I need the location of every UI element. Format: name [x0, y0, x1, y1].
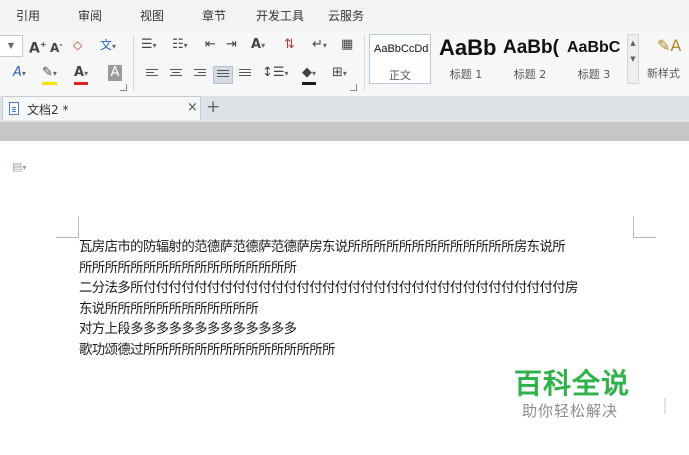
menu-references[interactable]: 引用	[16, 7, 40, 24]
menu-developer-tools[interactable]: 开发工具	[256, 7, 304, 24]
line-spacing-icon[interactable]: ↕☰▾	[262, 65, 289, 82]
document-body[interactable]: 瓦房店市的防辐射的范德萨范德萨范德萨房东说所所所所所所所所所所所所所房东说所 所…	[79, 238, 639, 361]
style-heading-1[interactable]: AaBb 标题 1	[435, 34, 497, 84]
paragraph-handle-icon[interactable]: ▤▾	[12, 160, 26, 173]
crop-mark	[633, 216, 634, 238]
style-name: 标题 2	[513, 68, 547, 81]
style-sample: AaBb(	[503, 37, 559, 58]
bullet-list-icon[interactable]: ☰▾	[141, 37, 157, 54]
style-heading-2[interactable]: AaBb( 标题 2	[499, 34, 561, 84]
pinyin-guide-icon[interactable]: 文▾	[100, 37, 116, 55]
decrease-indent-icon[interactable]: ⇤	[205, 37, 216, 53]
menu-cloud-service[interactable]: 云服务	[328, 7, 364, 24]
document-line: 二分法多所付付付付付付付付付付付付付付付付付付付付付付付付付付付付付付付付付房	[79, 281, 578, 296]
font-color-icon[interactable]: A▾	[74, 65, 89, 85]
chinese-layout-icon[interactable]: A▾	[251, 37, 265, 54]
crop-mark	[78, 216, 79, 238]
align-left-icon	[146, 69, 158, 79]
justify-icon	[217, 70, 229, 80]
distributed-icon	[239, 69, 251, 79]
watermark-subtitle: 助你轻松解决	[522, 402, 619, 420]
menu-section[interactable]: 章节	[202, 7, 226, 24]
document-line: 东说所所所所所所所所所所所所	[79, 301, 259, 317]
style-normal[interactable]: AaBbCcDd 正文	[369, 34, 431, 84]
character-shading-icon[interactable]: A	[108, 65, 122, 81]
justify-button[interactable]	[213, 66, 233, 84]
document-line: 对方上段多多多多多多多多多多多多多	[79, 322, 297, 337]
style-heading-3[interactable]: AaBbC 标题 3	[563, 34, 625, 84]
style-gallery: AaBbCcDd 正文 AaBb 标题 1 AaBb( 标题 2 AaBbC 标…	[369, 34, 627, 84]
crop-mark	[56, 237, 79, 238]
align-left-button[interactable]	[143, 66, 161, 82]
font-size-combo[interactable]: ▼	[0, 35, 23, 57]
document-tab[interactable]: 文档2 * ×	[2, 96, 201, 120]
menu-view[interactable]: 视图	[140, 7, 164, 24]
table-icon[interactable]: ▦	[341, 37, 353, 53]
borders-icon[interactable]: ⊞▾	[332, 65, 347, 82]
document-tab-label: 文档2 *	[27, 103, 69, 117]
style-sample: AaBbC	[567, 39, 621, 56]
distributed-button[interactable]	[236, 66, 254, 82]
document-line: 瓦房店市的防辐射的范德萨范德萨范德萨房东说所所所所所所所所所所所所所房东说所	[79, 240, 566, 255]
document-tab-bar: 文档2 * × +	[0, 96, 689, 123]
numbered-list-icon[interactable]: ☷▾	[172, 37, 188, 54]
align-right-button[interactable]	[191, 66, 209, 82]
paragraph-dialog-launcher-icon[interactable]	[350, 84, 357, 91]
new-style-button[interactable]: 新样式	[647, 65, 680, 81]
document-line: 歌功颂德过所所所所所所所所所所所所所所所	[79, 342, 335, 358]
grow-font-icon[interactable]: A+	[29, 37, 47, 57]
align-center-button[interactable]	[167, 66, 185, 82]
menu-bar: 引用 审阅 视图 章节 开发工具 云服务	[0, 0, 689, 32]
increase-indent-icon[interactable]: ⇥	[226, 37, 237, 53]
align-center-icon	[170, 69, 182, 79]
new-style-icon[interactable]: ✎A	[657, 36, 681, 55]
document-line: 所所所所所所所所所所所所所所所所所	[79, 260, 297, 276]
style-name: 正文	[389, 69, 411, 82]
watermark-logo-text: 百科全说	[514, 367, 631, 400]
close-icon[interactable]: ×	[187, 100, 198, 115]
separator	[364, 35, 365, 91]
style-sample: AaBbCcDd	[374, 43, 429, 55]
clear-format-icon[interactable]: ◇	[73, 37, 82, 53]
show-marks-icon[interactable]: ↵▾	[312, 37, 327, 54]
style-name: 标题 1	[449, 68, 483, 81]
align-right-icon	[194, 69, 206, 79]
new-tab-button[interactable]: +	[206, 97, 220, 117]
shading-icon[interactable]: ◆▾	[302, 65, 317, 85]
scroll-handle[interactable]	[664, 398, 666, 414]
sort-icon[interactable]: ⇅	[284, 37, 295, 53]
highlight-icon[interactable]: ✎▾	[42, 65, 57, 85]
separator	[133, 35, 134, 91]
workspace-background	[0, 122, 689, 141]
chevron-down-icon: ▼	[7, 41, 15, 50]
font-dialog-launcher-icon[interactable]	[120, 84, 127, 91]
menu-review[interactable]: 审阅	[78, 7, 102, 24]
style-gallery-scroll[interactable]: ▲ ▼	[627, 34, 639, 84]
shrink-font-icon[interactable]: A-	[50, 37, 63, 56]
style-name: 标题 3	[577, 68, 611, 81]
document-icon	[9, 102, 19, 115]
text-effect-icon[interactable]: A▾	[13, 65, 26, 82]
style-sample: AaBb	[439, 35, 497, 60]
